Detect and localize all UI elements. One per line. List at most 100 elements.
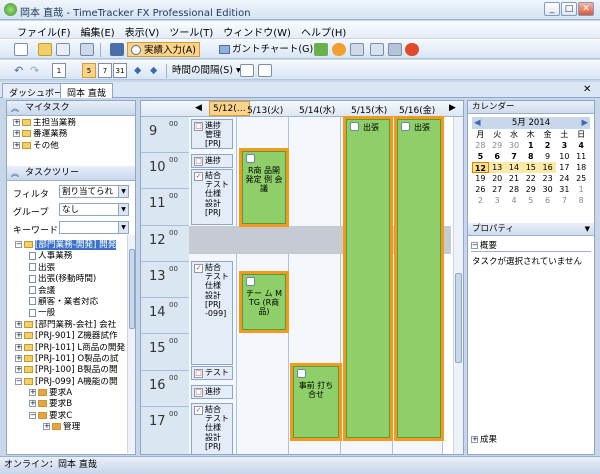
tree-item[interactable]: 一般 <box>7 308 127 319</box>
view-5day-button[interactable]: 5 <box>82 63 96 78</box>
overview-section[interactable]: − 概要 <box>471 239 497 251</box>
menu-edit[interactable]: 編集(E) <box>76 21 120 39</box>
calendar-day[interactable]: 18 <box>573 162 590 173</box>
calendar-day[interactable]: 3 <box>489 195 506 206</box>
event-block[interactable]: R商 品開 発定 例 会議 <box>242 151 286 224</box>
calendar-day[interactable]: 30 <box>506 140 523 151</box>
prev-arrow-icon[interactable]: ◆ <box>134 63 141 78</box>
calendar-day[interactable]: 30 <box>539 184 556 195</box>
calendar-day[interactable]: 24 <box>556 173 573 184</box>
scroll-thumb[interactable] <box>455 273 462 363</box>
day-header[interactable]: 5/14(水) <box>299 103 335 116</box>
view-month-button[interactable]: 31 <box>113 63 127 78</box>
tree-item[interactable]: + [部門業務-会社] 会社 <box>7 320 127 331</box>
event-block[interactable]: 事前 打ち 合せ <box>293 366 339 438</box>
tree-item[interactable]: 出張(移動時間) <box>7 274 127 285</box>
close-tab-icon[interactable]: ✕ <box>583 84 591 95</box>
next-arrow-icon[interactable]: ◆ <box>150 63 157 78</box>
selected-event[interactable]: R商 品開 発定 例 会議 <box>239 148 289 227</box>
calendar-day[interactable]: 20 <box>489 173 506 184</box>
tree-item[interactable]: − [部門業務-開発] 開発 <box>7 240 127 251</box>
day-header[interactable]: 5/16(金) <box>399 103 435 116</box>
keyword-input[interactable]: ▼ <box>59 221 129 234</box>
tree-item[interactable]: + 要求A <box>7 388 127 399</box>
appointment[interactable]: □ 進捗 <box>191 154 233 168</box>
calendar-day[interactable]: 21 <box>506 173 523 184</box>
calendar-day[interactable]: 17 <box>556 162 573 173</box>
open-folder-icon[interactable] <box>38 43 52 56</box>
tasktree-header[interactable]: ︽ タスクツリー <box>7 166 135 181</box>
settings-icon[interactable] <box>388 43 402 56</box>
minimize-button[interactable]: _ <box>544 2 560 16</box>
stop-icon[interactable] <box>405 43 419 56</box>
tree-item[interactable]: 人事業務 <box>7 251 127 262</box>
event-block[interactable]: チー ム MTG (R商 品) <box>242 274 286 330</box>
calendar-day[interactable]: 22 <box>522 173 539 184</box>
calendar-day[interactable]: 26 <box>472 184 489 195</box>
menu-tools[interactable]: ツール(T) <box>164 21 218 39</box>
calendar-day[interactable]: 6 <box>489 151 506 162</box>
calendar-day[interactable]: 15 <box>522 162 540 173</box>
calendar-day[interactable]: 25 <box>573 173 590 184</box>
calendar-day[interactable]: 4 <box>506 195 523 206</box>
calendar-day[interactable]: 11 <box>573 151 590 162</box>
calendar-day[interactable]: 23 <box>539 173 556 184</box>
chevron-down-icon[interactable]: ▼ <box>585 223 590 236</box>
calendar-day[interactable]: 8 <box>573 195 590 206</box>
selected-event[interactable]: 事前 打ち 合せ <box>290 363 342 441</box>
view-week-button[interactable]: 7 <box>98 63 112 78</box>
calendar-day[interactable]: 1 <box>522 140 539 151</box>
next-month-icon[interactable]: ▶ <box>581 117 588 129</box>
calendar-day[interactable]: 19 <box>472 173 489 184</box>
window-icon[interactable] <box>80 43 94 56</box>
appointment[interactable]: ✓ 結合 テスト 仕様 設計 [PRJ -099] <box>191 261 233 365</box>
calendar-add-icon[interactable] <box>258 64 272 77</box>
appointment[interactable]: □ 進捗 <box>191 385 233 399</box>
schedule-scrollbar[interactable] <box>453 117 463 454</box>
menu-file[interactable]: ファイル(F) <box>12 21 76 39</box>
appointment[interactable]: ✓ 結合 テスト 仕様 設計 [PRJ <box>191 169 233 225</box>
tree-item[interactable]: + その他 <box>13 141 135 152</box>
day-header[interactable]: 5/15(木) <box>351 103 387 116</box>
save-icon[interactable] <box>110 43 124 56</box>
tree-item[interactable]: 顧客・業者対応 <box>7 297 127 308</box>
maximize-button[interactable]: □ <box>561 2 577 16</box>
tree-item[interactable]: − [PRJ-099] A機能の開 <box>7 377 127 388</box>
calendar-day[interactable]: 8 <box>522 151 539 162</box>
calendar-day[interactable]: 13 <box>488 162 506 173</box>
calendar-day[interactable]: 9 <box>539 151 556 162</box>
calendar-day[interactable]: 1 <box>573 184 590 195</box>
selected-event[interactable]: 出張 <box>394 116 444 441</box>
tree-item[interactable]: + [PRJ-901] Z機器試作 <box>7 331 127 342</box>
tree-scrollbar[interactable] <box>127 235 135 453</box>
calendar-day[interactable]: 7 <box>556 195 573 206</box>
calendar-day[interactable]: 4 <box>573 140 590 151</box>
redo-icon[interactable]: ↷ <box>30 63 39 78</box>
calendar-day[interactable]: 7 <box>506 151 523 162</box>
menu-window[interactable]: ウィンドウ(W) <box>218 21 296 39</box>
grid-icon[interactable] <box>350 43 364 56</box>
tree-item[interactable]: + 番運業務 <box>13 129 135 140</box>
image-icon[interactable] <box>370 43 384 56</box>
calendar-day[interactable]: 3 <box>556 140 573 151</box>
calendar-day[interactable]: 5 <box>522 195 539 206</box>
calendar-day[interactable]: 2 <box>539 140 556 151</box>
results-section[interactable]: + 成果 <box>471 433 497 445</box>
close-button[interactable]: ✕ <box>578 2 594 16</box>
calendar-day[interactable]: 10 <box>556 151 573 162</box>
filter-select[interactable]: 割り当てられ ▼ <box>59 185 129 198</box>
selected-event[interactable]: チー ム MTG (R商 品) <box>239 271 289 333</box>
day-header[interactable]: 5/12(… <box>209 101 250 116</box>
event-block[interactable]: 出張 <box>346 119 390 438</box>
tree-item[interactable]: 会議 <box>7 286 127 297</box>
copy-icon[interactable] <box>56 43 70 56</box>
calendar-day[interactable]: 14 <box>505 162 523 173</box>
tree-item[interactable]: + [PRJ-100] B製品の開 <box>7 365 127 376</box>
appointment[interactable]: □ 進捗 管理 [PRJ <box>191 119 233 149</box>
undo-icon[interactable]: ↶ <box>14 63 23 78</box>
tree-item[interactable]: 出張 <box>7 263 127 274</box>
appointment[interactable]: □ テスト <box>191 366 233 380</box>
calendar-day[interactable]: 28 <box>472 140 489 151</box>
calendar-day[interactable]: 16 <box>539 162 556 173</box>
prev-month-icon[interactable]: ◀ <box>474 117 481 129</box>
